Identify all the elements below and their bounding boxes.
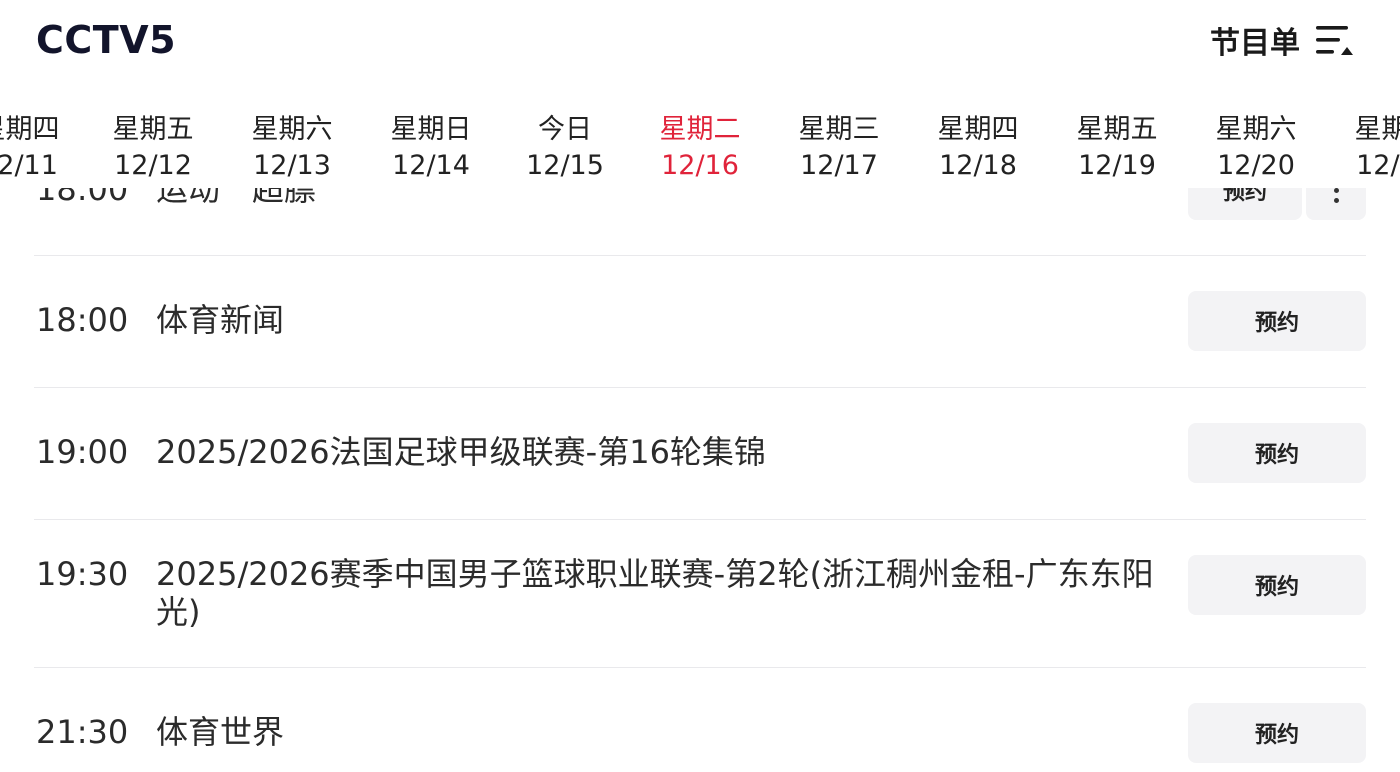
program-row: 19:00 2025/2026法国足球甲级联赛-第16轮集锦 预约 xyxy=(34,387,1366,520)
day-tabs: 星期四 12/11 星期五 12/12 星期六 12/13 星期日 12/14 … xyxy=(0,112,1400,188)
day-date: 12/13 xyxy=(253,150,331,181)
reserve-button[interactable]: 预约 xyxy=(1188,555,1366,615)
program-title: 2025/2026赛季中国男子篮球职业联赛-第2轮(浙江稠州金租-广东东阳光) xyxy=(156,555,1154,631)
channel-title: CCTV5 xyxy=(36,18,177,62)
day-weekday: 星期六 xyxy=(1215,114,1297,145)
program-title: 2025/2026法国足球甲级联赛-第16轮集锦 xyxy=(156,433,766,471)
day-date: 12/12 xyxy=(114,150,192,181)
program-time: 18:00 xyxy=(36,188,129,208)
day-date: 12/20 xyxy=(1217,150,1295,181)
day-tab-active[interactable]: 星期二 12/16 xyxy=(635,112,765,184)
reserve-button[interactable]: 预约 xyxy=(1188,188,1302,220)
day-tab[interactable]: 星期日 12/14 xyxy=(366,112,496,184)
reserve-button[interactable]: 预约 xyxy=(1188,703,1366,763)
program-row: 19:30 2025/2026赛季中国男子篮球职业联赛-第2轮(浙江稠州金租-广… xyxy=(34,519,1366,668)
schedule-menu-button[interactable]: 节目单 xyxy=(1210,18,1354,62)
day-weekday: 星期日 xyxy=(390,114,472,145)
list-filter-icon xyxy=(1316,26,1353,55)
program-time: 21:30 xyxy=(36,713,129,751)
day-weekday: 星期六 xyxy=(251,114,333,145)
day-tab[interactable]: 星期六 12/20 xyxy=(1191,112,1321,184)
day-date: 12/18 xyxy=(939,150,1017,181)
more-dot xyxy=(1333,188,1339,193)
day-weekday: 星期五 xyxy=(1076,114,1158,145)
program-time: 18:00 xyxy=(36,301,129,339)
day-date: 12/19 xyxy=(1078,150,1156,181)
more-options-button[interactable] xyxy=(1306,188,1366,220)
day-weekday: 星期五 xyxy=(112,114,194,145)
program-title: 体育世界 xyxy=(156,713,285,751)
reserve-button[interactable]: 预约 xyxy=(1188,291,1366,351)
day-tab[interactable]: 今日 12/15 xyxy=(500,112,630,184)
program-row: 21:30 体育世界 预约 xyxy=(34,667,1366,772)
day-weekday: 星期四 xyxy=(937,114,1019,145)
program-row: 18:00 运动 超膘 预约 xyxy=(34,188,1366,256)
day-date: 12/21 xyxy=(1356,150,1400,181)
day-tab[interactable]: 星期五 12/19 xyxy=(1052,112,1182,184)
program-title: 体育新闻 xyxy=(156,301,285,339)
program-title: 运动 超膘 xyxy=(156,188,317,208)
day-date: 12/15 xyxy=(526,150,604,181)
header: CCTV5 节目单 xyxy=(0,0,1400,84)
program-time: 19:30 xyxy=(36,555,129,593)
day-weekday: 星期日 xyxy=(1354,114,1400,145)
day-tab[interactable]: 星期五 12/12 xyxy=(88,112,218,184)
more-dot xyxy=(1333,197,1339,203)
day-tab[interactable]: 星期三 12/17 xyxy=(774,112,904,184)
day-weekday: 星期二 xyxy=(659,114,741,145)
program-list: 18:00 运动 超膘 预约 18:00 体育新闻 预约 19:00 2025/… xyxy=(34,188,1366,772)
day-tab[interactable]: 星期四 12/11 xyxy=(0,112,84,184)
program-row: 18:00 体育新闻 预约 xyxy=(34,255,1366,388)
day-date: 12/11 xyxy=(0,150,58,181)
day-tab[interactable]: 星期日 12/21 xyxy=(1330,112,1400,184)
day-weekday: 星期三 xyxy=(798,114,880,145)
day-tab[interactable]: 星期四 12/18 xyxy=(913,112,1043,184)
program-time: 19:00 xyxy=(36,433,129,471)
day-tab[interactable]: 星期六 12/13 xyxy=(227,112,357,184)
day-date: 12/14 xyxy=(392,150,470,181)
day-date: 12/16 xyxy=(661,150,739,181)
reserve-button[interactable]: 预约 xyxy=(1188,423,1366,483)
day-weekday: 今日 xyxy=(538,114,592,145)
day-weekday: 星期四 xyxy=(0,114,60,145)
schedule-label: 节目单 xyxy=(1210,26,1300,61)
day-date: 12/17 xyxy=(800,150,878,181)
